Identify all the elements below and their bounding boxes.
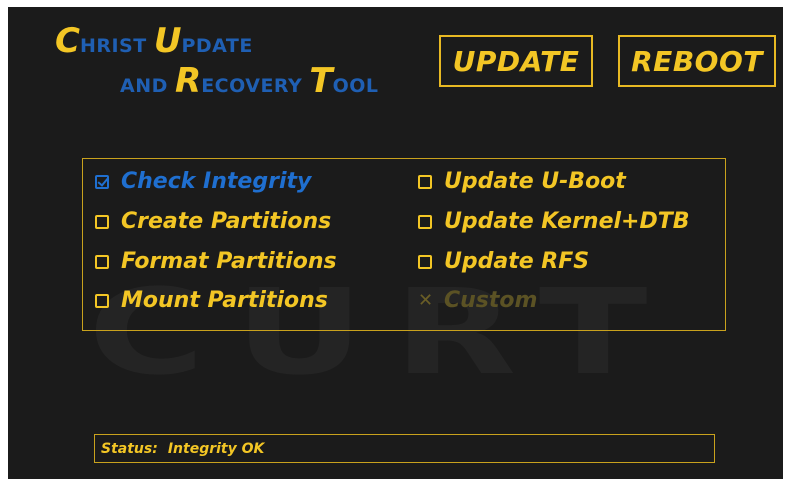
options-panel: Check Integrity Create Partitions Format… bbox=[82, 158, 726, 331]
checkbox-checked-icon[interactable] bbox=[95, 174, 109, 189]
update-uboot-option[interactable]: Update U-Boot bbox=[418, 169, 626, 194]
title-text: HRIST bbox=[79, 35, 154, 57]
checkbox-icon[interactable] bbox=[95, 254, 109, 269]
title-letter: R bbox=[175, 61, 202, 101]
check-integrity-option[interactable]: Check Integrity bbox=[95, 169, 311, 194]
app-title-line2: AND RECOVERY TOOL bbox=[120, 61, 379, 101]
disabled-x-icon: ✕ bbox=[418, 290, 434, 311]
checkbox-icon[interactable] bbox=[418, 214, 432, 229]
title-text: AND bbox=[120, 75, 175, 97]
update-kernel-option[interactable]: Update Kernel+DTB bbox=[418, 209, 690, 234]
title-letter: U bbox=[153, 21, 182, 61]
title-letter: C bbox=[55, 21, 80, 61]
status-value: Integrity OK bbox=[167, 440, 265, 457]
option-label: Update RFS bbox=[444, 249, 590, 274]
status-bar: Status: Integrity OK bbox=[94, 434, 715, 463]
format-partitions-option[interactable]: Format Partitions bbox=[95, 249, 337, 274]
option-label: Update U-Boot bbox=[444, 169, 626, 194]
custom-option: ✕ Custom bbox=[418, 288, 537, 313]
checkbox-icon[interactable] bbox=[418, 174, 432, 189]
reboot-button[interactable]: REBOOT bbox=[618, 35, 776, 87]
option-label: Update Kernel+DTB bbox=[444, 209, 690, 234]
title-letter: T bbox=[309, 61, 333, 101]
option-label: Format Partitions bbox=[121, 249, 337, 274]
create-partitions-option[interactable]: Create Partitions bbox=[95, 209, 331, 234]
title-text: ECOVERY bbox=[201, 75, 310, 97]
title-text: OOL bbox=[332, 75, 379, 97]
app-title-line1: CHRIST UPDATE bbox=[55, 21, 253, 61]
status-label: Status: bbox=[101, 440, 158, 457]
option-label: Mount Partitions bbox=[121, 288, 328, 313]
option-label: Create Partitions bbox=[121, 209, 332, 234]
checkbox-icon[interactable] bbox=[95, 293, 109, 308]
update-rfs-option[interactable]: Update RFS bbox=[418, 249, 589, 274]
mount-partitions-option[interactable]: Mount Partitions bbox=[95, 288, 328, 313]
checkbox-icon[interactable] bbox=[418, 254, 432, 269]
title-text: PDATE bbox=[181, 35, 253, 57]
app-window: C UR T CHRIST UPDATE AND RECOVERY TOOL UPD… bbox=[8, 7, 783, 479]
checkbox-icon[interactable] bbox=[95, 214, 109, 229]
option-label: Custom bbox=[444, 288, 538, 313]
option-label: Check Integrity bbox=[121, 169, 312, 194]
update-button[interactable]: UPDATE bbox=[439, 35, 593, 87]
